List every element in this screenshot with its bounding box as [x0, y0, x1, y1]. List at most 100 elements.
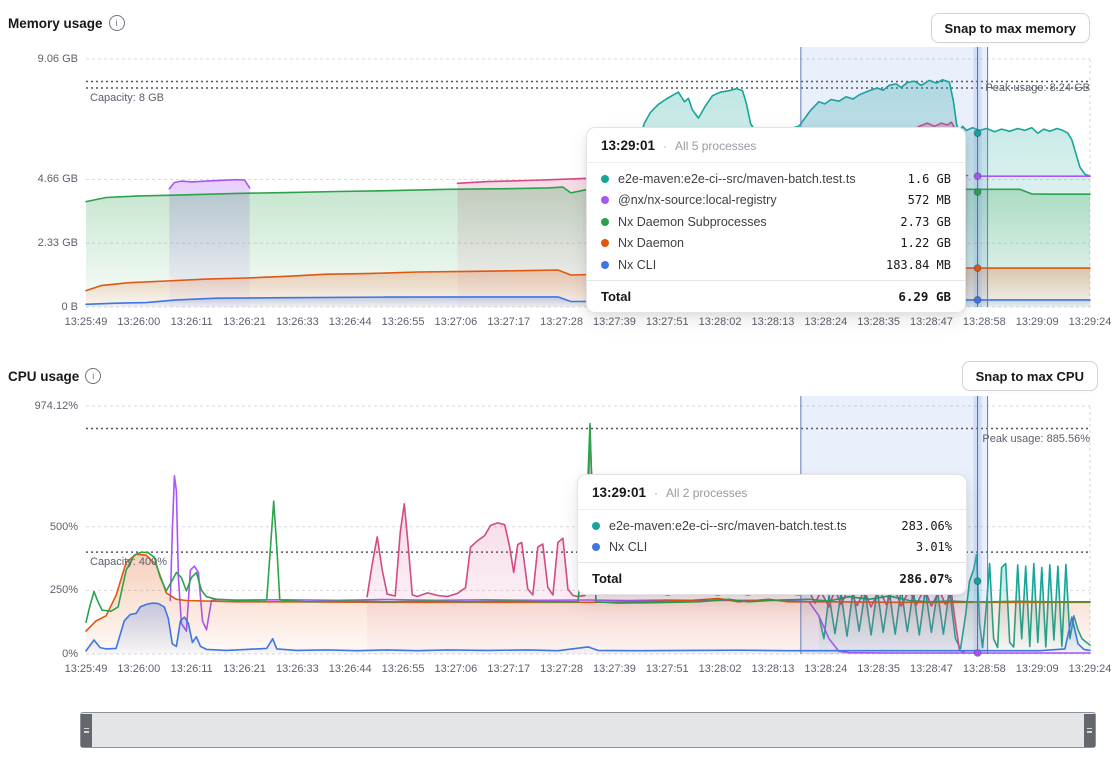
x-tick-label: 13:26:33: [276, 316, 319, 328]
cpu-tooltip-rows: e2e-maven:e2e-ci--src/maven-batch.test.t…: [578, 510, 966, 562]
y-tick-label: 2.33 GB: [38, 237, 78, 249]
y-tick-label: 4.66 GB: [38, 173, 78, 185]
x-tick-label: 13:27:51: [646, 316, 689, 328]
x-tick-label: 13:26:11: [171, 316, 213, 328]
tooltip-process-row: e2e-maven:e2e-ci--src/maven-batch.test.t…: [601, 168, 951, 190]
y-tick-label: 0%: [62, 648, 78, 660]
tooltip-process-row: Nx CLI 3.01%: [592, 537, 952, 559]
y-tick-label: 974.12%: [35, 400, 78, 412]
y-tick-label: 0 B: [61, 301, 78, 313]
process-name: Nx Daemon Subprocesses: [618, 215, 891, 229]
charts-canvas: [0, 0, 1118, 700]
tooltip-process-row: Nx Daemon1.22 GB: [601, 233, 951, 255]
tooltip-total-label: Total: [601, 289, 631, 304]
x-tick-label: 13:26:44: [329, 663, 372, 675]
x-tick-label: 13:26:55: [382, 316, 425, 328]
tooltip-separator: ·: [663, 139, 667, 153]
x-tick-label: 13:26:21: [223, 663, 266, 675]
snap-to-max-cpu-button[interactable]: Snap to max CPU: [962, 361, 1098, 391]
capacity-label: Capacity: 8 GB: [90, 92, 164, 104]
x-tick-label: 13:26:00: [117, 316, 160, 328]
memory-tooltip-total: Total 6.29 GB: [587, 280, 965, 312]
x-tick-label: 13:29:24: [1069, 316, 1112, 328]
process-value: 183.84 MB: [886, 258, 951, 272]
tooltip-total-value: 6.29 GB: [898, 289, 951, 304]
process-value: 2.73 GB: [900, 215, 951, 229]
brush-handle-right[interactable]: [1084, 714, 1095, 747]
x-tick-label: 13:26:33: [276, 663, 319, 675]
timeline-brush-track[interactable]: [80, 712, 1096, 748]
y-tick-label: 9.06 GB: [38, 53, 78, 65]
x-tick-label: 13:28:24: [804, 663, 847, 675]
process-name: Nx CLI: [609, 540, 907, 554]
tooltip-process-row: @nx/nx-source:local-registry 572 MB: [601, 190, 951, 212]
x-tick-label: 13:28:58: [963, 663, 1006, 675]
tooltip-subtitle: All 5 processes: [675, 139, 756, 153]
nx-profiler-page: Memory usage i Snap to max memory CPU us…: [0, 0, 1118, 761]
process-name: Nx CLI: [618, 258, 877, 272]
tooltip-process-row: Nx CLI 183.84 MB: [601, 254, 951, 276]
x-tick-label: 13:27:28: [540, 316, 583, 328]
x-tick-label: 13:26:00: [117, 663, 160, 675]
process-color-dot: [601, 218, 609, 226]
info-icon[interactable]: i: [85, 368, 101, 384]
memory-tooltip-header: 13:29:01 · All 5 processes: [587, 128, 965, 163]
peak-usage-label: Peak usage: 8.24 GB: [985, 82, 1090, 94]
x-tick-label: 13:27:51: [646, 663, 689, 675]
x-tick-label: 13:27:39: [593, 316, 636, 328]
process-color-dot: [592, 522, 600, 530]
x-tick-label: 13:27:28: [540, 663, 583, 675]
tooltip-separator: ·: [654, 486, 658, 500]
x-tick-label: 13:28:02: [699, 316, 742, 328]
x-tick-label: 13:28:58: [963, 316, 1006, 328]
x-tick-label: 13:25:49: [65, 663, 108, 675]
capacity-label: Capacity: 400%: [90, 556, 167, 568]
cpu-usage-title: CPU usage: [8, 369, 79, 384]
process-color-dot: [601, 239, 609, 247]
process-color-dot: [601, 261, 609, 269]
x-tick-label: 13:26:44: [329, 316, 372, 328]
cpu-tooltip-header: 13:29:01 · All 2 processes: [578, 475, 966, 510]
process-name: Nx Daemon: [618, 236, 891, 250]
x-tick-label: 13:28:35: [857, 316, 900, 328]
process-color-dot: [592, 543, 600, 551]
process-name: e2e-maven:e2e-ci--src/maven-batch.test.t…: [618, 172, 899, 186]
brush-handle-left[interactable]: [81, 714, 92, 747]
tooltip-process-row: e2e-maven:e2e-ci--src/maven-batch.test.t…: [592, 515, 952, 537]
memory-tooltip: 13:29:01 · All 5 processes e2e-maven:e2e…: [586, 127, 966, 313]
info-icon[interactable]: i: [109, 15, 125, 31]
grip-line: [84, 728, 89, 730]
process-name: e2e-maven:e2e-ci--src/maven-batch.test.t…: [609, 519, 892, 533]
snap-to-max-memory-button[interactable]: Snap to max memory: [931, 13, 1091, 43]
x-tick-label: 13:25:49: [65, 316, 108, 328]
memory-usage-header: Memory usage i: [8, 15, 125, 31]
x-tick-label: 13:26:21: [223, 316, 266, 328]
y-tick-label: 500%: [50, 521, 78, 533]
memory-tooltip-rows: e2e-maven:e2e-ci--src/maven-batch.test.t…: [587, 163, 965, 280]
y-tick-label: 250%: [50, 584, 78, 596]
x-tick-label: 13:26:11: [171, 663, 213, 675]
x-tick-label: 13:29:09: [1016, 663, 1059, 675]
tooltip-process-row: Nx Daemon Subprocesses 2.73 GB: [601, 211, 951, 233]
process-value: 1.6 GB: [908, 172, 951, 186]
memory-usage-title: Memory usage: [8, 16, 103, 31]
tooltip-time: 13:29:01: [592, 485, 646, 500]
x-tick-label: 13:28:13: [752, 316, 795, 328]
process-name: @nx/nx-source:local-registry: [618, 193, 899, 207]
process-value: 572 MB: [908, 193, 951, 207]
x-tick-label: 13:27:39: [593, 663, 636, 675]
process-color-dot: [601, 175, 609, 183]
x-tick-label: 13:29:24: [1069, 663, 1112, 675]
grip-line: [84, 731, 89, 733]
process-value: 3.01%: [916, 540, 952, 554]
cpu-tooltip: 13:29:01 · All 2 processes e2e-maven:e2e…: [577, 474, 967, 595]
cpu-tooltip-total: Total 286.07%: [578, 562, 966, 594]
grip-line: [1087, 731, 1092, 733]
x-tick-label: 13:28:47: [910, 316, 953, 328]
x-tick-label: 13:26:55: [382, 663, 425, 675]
x-tick-label: 13:27:06: [434, 663, 477, 675]
process-value: 283.06%: [901, 519, 952, 533]
x-tick-label: 13:28:13: [752, 663, 795, 675]
x-tick-label: 13:28:02: [699, 663, 742, 675]
process-color-dot: [601, 196, 609, 204]
